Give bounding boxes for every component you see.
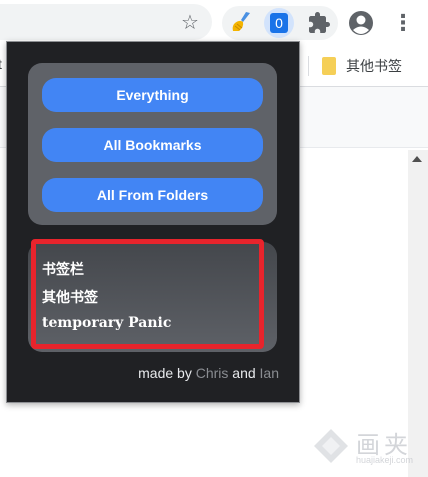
folder-item-bookmarks-bar[interactable]: 书签栏 (42, 259, 84, 279)
credit-prefix: made by (138, 365, 196, 381)
credit-and: and (228, 365, 260, 381)
bookmark-item-cut[interactable]: t (0, 56, 2, 72)
zero-extension-button[interactable]: 0 (264, 8, 294, 38)
folder-list-panel: 书签栏 其他书签 temporary Panic (28, 239, 277, 352)
folder-item-other-bookmarks[interactable]: 其他书签 (42, 287, 98, 307)
kebab-menu-icon[interactable]: ⋮ (392, 10, 414, 36)
broom-extension-icon[interactable] (230, 10, 254, 34)
puzzle-extensions-icon[interactable] (307, 11, 331, 35)
bookmarks-divider (308, 56, 309, 76)
all-from-folders-button[interactable]: All From Folders (42, 178, 263, 212)
credit-line: made by Chris and Ian (138, 365, 279, 381)
browser-toolbar: ☆ 0 ⋮ (0, 0, 428, 46)
bookmark-star-icon[interactable]: ☆ (178, 11, 202, 35)
watermark-url: huajiakeji.com (356, 455, 414, 465)
button-panel: Everything All Bookmarks All From Folder… (28, 63, 277, 225)
zero-extension-icon: 0 (270, 13, 288, 33)
other-bookmarks-folder[interactable]: 其他书签 (322, 54, 402, 78)
other-bookmarks-label: 其他书签 (346, 58, 402, 74)
profile-avatar-icon[interactable] (348, 10, 374, 36)
folder-icon (322, 57, 336, 75)
everything-button[interactable]: Everything (42, 78, 263, 112)
watermark-logo-icon (314, 429, 348, 463)
folder-item-temporary-panic[interactable]: temporary Panic (42, 315, 171, 331)
watermark: 画夹 huajiakeji.com (312, 425, 422, 469)
credit-author-ian[interactable]: Ian (260, 365, 279, 381)
extension-popup: Everything All Bookmarks All From Folder… (6, 41, 300, 403)
credit-author-chris[interactable]: Chris (196, 365, 229, 381)
scroll-up-arrow-icon[interactable] (412, 156, 422, 162)
all-bookmarks-button[interactable]: All Bookmarks (42, 128, 263, 162)
